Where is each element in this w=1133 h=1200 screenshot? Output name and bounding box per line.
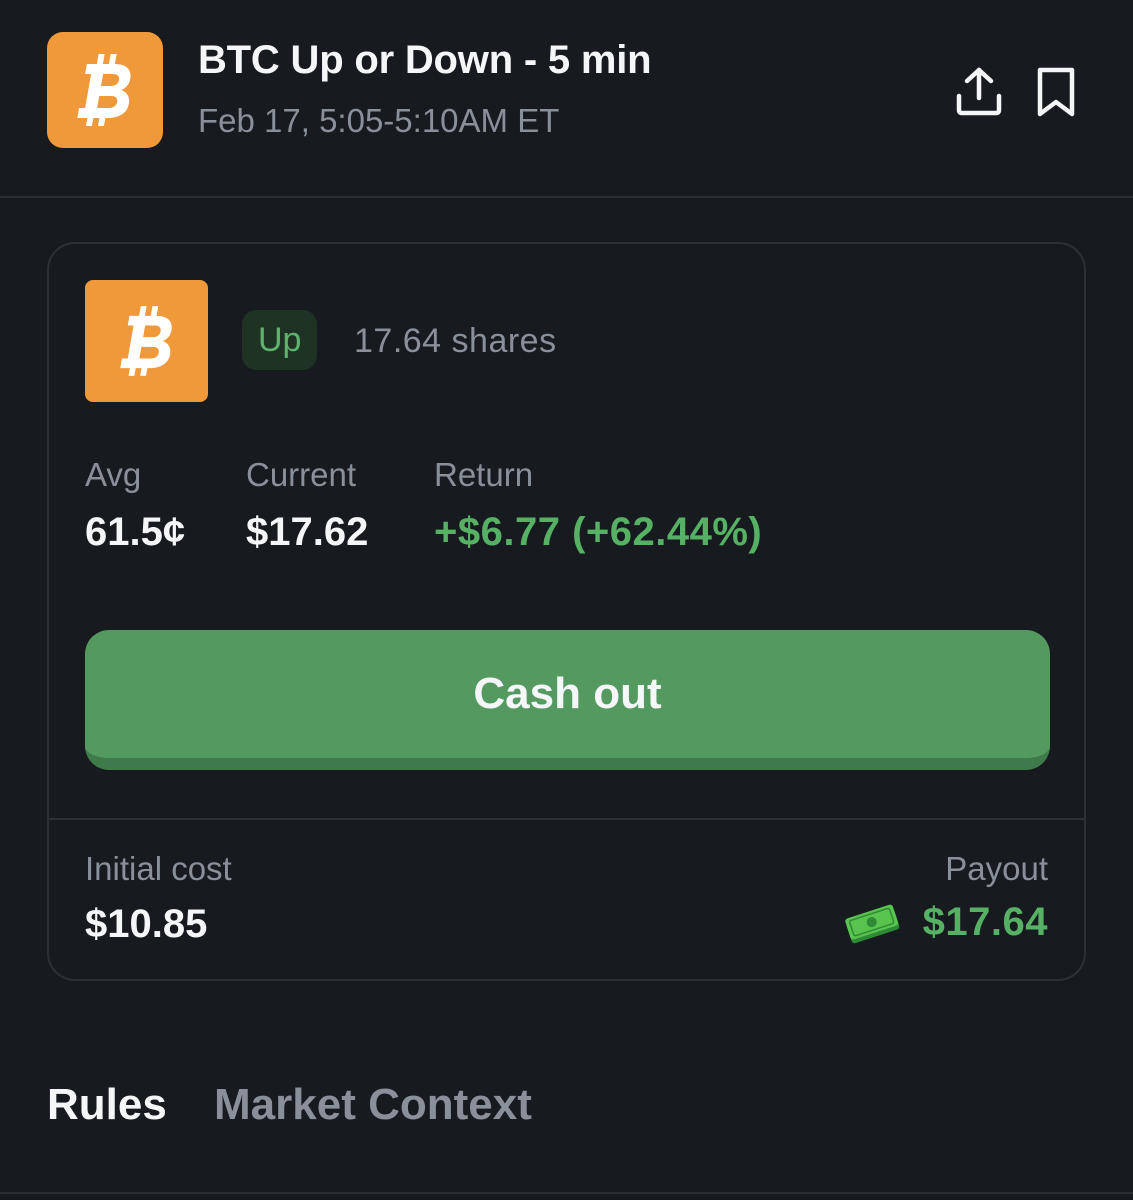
market-time: Feb 17, 5:05-5:10AM ET bbox=[198, 102, 560, 139]
current-value: $17.62 bbox=[246, 510, 369, 554]
header: BTC Up or Down - 5 min Feb 17, 5:05-5:10… bbox=[0, 0, 1133, 198]
cash-out-button[interactable]: Cash out bbox=[85, 630, 1050, 770]
avg-label: Avg bbox=[85, 456, 142, 493]
shares-count: 17.64 shares bbox=[354, 322, 557, 360]
position-logo bbox=[85, 280, 208, 402]
bitcoin-icon bbox=[77, 54, 131, 126]
payout: $17.64 bbox=[841, 900, 1048, 945]
tab-market-context[interactable]: Market Context bbox=[214, 1080, 532, 1130]
share-icon bbox=[956, 67, 1002, 116]
page-title: BTC Up or Down - 5 min bbox=[198, 38, 652, 82]
bookmark-button[interactable] bbox=[1030, 64, 1082, 120]
side-badge: Up bbox=[242, 310, 318, 370]
share-button[interactable] bbox=[953, 64, 1005, 120]
return-value: +$6.77 (+62.44%) bbox=[434, 510, 763, 554]
tab-divider bbox=[0, 1192, 1133, 1194]
initial-cost-label: Initial cost bbox=[85, 850, 232, 887]
initial-cost-value: $10.85 bbox=[85, 902, 208, 946]
money-icon bbox=[844, 904, 899, 943]
payout-label: Payout bbox=[945, 850, 1048, 887]
card-divider bbox=[49, 818, 1084, 820]
bitcoin-icon bbox=[119, 306, 172, 376]
position-card: Up 17.64 shares Avg 61.5¢ Current $17.62… bbox=[47, 242, 1086, 981]
payout-value: $17.64 bbox=[922, 900, 1048, 944]
avg-value: 61.5¢ bbox=[85, 510, 186, 554]
market-logo bbox=[47, 32, 163, 148]
tab-rules[interactable]: Rules bbox=[47, 1080, 167, 1130]
bookmark-icon bbox=[1037, 67, 1075, 117]
current-label: Current bbox=[246, 456, 357, 493]
return-label: Return bbox=[434, 456, 534, 493]
